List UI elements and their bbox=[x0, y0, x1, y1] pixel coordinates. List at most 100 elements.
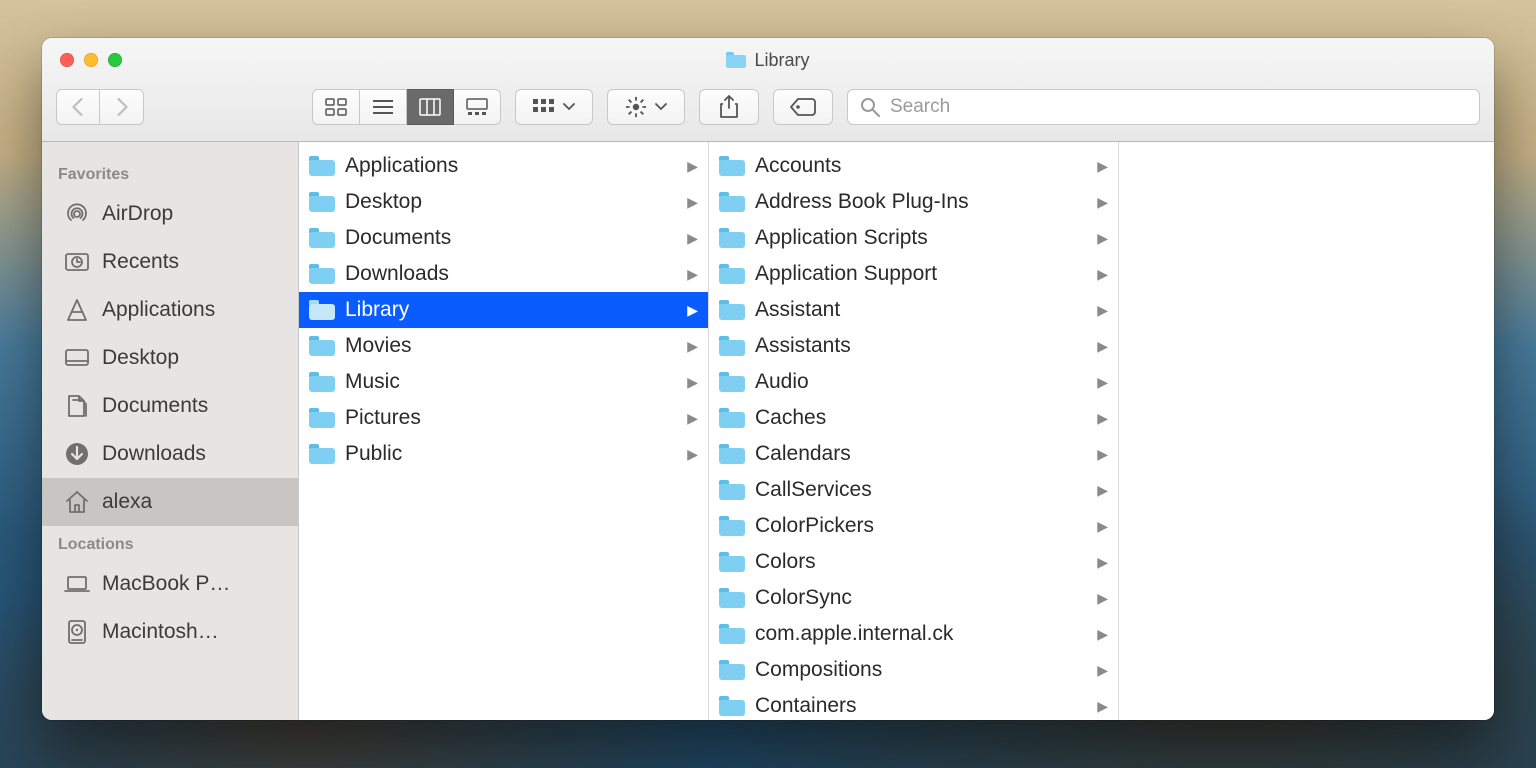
sidebar-item-label: Documents bbox=[102, 394, 208, 418]
sidebar-item-alexa[interactable]: alexa bbox=[42, 478, 298, 526]
folder-row[interactable]: Documents ▶ bbox=[299, 220, 708, 256]
folder-row[interactable]: Desktop▶ bbox=[299, 184, 708, 220]
sidebar-item-macintosh-[interactable]: Macintosh… bbox=[42, 608, 298, 656]
chevron-right-icon: ▶ bbox=[687, 446, 698, 463]
window-body: FavoritesAirDropRecentsApplicationsDeskt… bbox=[42, 142, 1494, 720]
folder-name: Calendars bbox=[755, 442, 1087, 466]
folder-row[interactable]: Address Book Plug-Ins▶ bbox=[709, 184, 1118, 220]
folder-row[interactable]: Assistant▶ bbox=[709, 292, 1118, 328]
sidebar-item-label: Macintosh… bbox=[102, 620, 219, 644]
folder-icon bbox=[309, 192, 335, 212]
group-by-button[interactable] bbox=[515, 89, 593, 125]
folder-row[interactable]: Public ▶ bbox=[299, 436, 708, 472]
folder-name: Public bbox=[345, 442, 677, 466]
desktop-icon bbox=[64, 347, 90, 369]
folder-icon bbox=[719, 408, 745, 428]
folder-row[interactable]: ColorSync▶ bbox=[709, 580, 1118, 616]
column-1: Accounts▶Address Book Plug-Ins▶Applicati… bbox=[709, 142, 1119, 720]
sidebar-item-label: Downloads bbox=[102, 442, 206, 466]
view-column-button[interactable] bbox=[407, 89, 454, 125]
folder-name: Documents bbox=[345, 226, 677, 250]
folder-row[interactable]: Accounts▶ bbox=[709, 148, 1118, 184]
sidebar-heading: Locations bbox=[42, 526, 298, 560]
folder-icon bbox=[719, 516, 745, 536]
share-button[interactable] bbox=[699, 89, 759, 125]
airdrop-icon bbox=[64, 203, 90, 225]
folder-icon bbox=[719, 552, 745, 572]
folder-name: Audio bbox=[755, 370, 1087, 394]
chevron-right-icon: ▶ bbox=[1097, 410, 1108, 427]
folder-icon bbox=[719, 264, 745, 284]
chevron-right-icon: ▶ bbox=[687, 338, 698, 355]
sidebar-item-macbook-p-[interactable]: MacBook P… bbox=[42, 560, 298, 608]
chevron-right-icon: ▶ bbox=[1097, 590, 1108, 607]
folder-name: Caches bbox=[755, 406, 1087, 430]
folder-name: CallServices bbox=[755, 478, 1087, 502]
back-button[interactable] bbox=[56, 89, 100, 125]
chevron-right-icon: ▶ bbox=[1097, 194, 1108, 211]
apps-icon bbox=[64, 299, 90, 321]
folder-row[interactable]: Library ▶ bbox=[299, 292, 708, 328]
forward-button[interactable] bbox=[100, 89, 144, 125]
tags-button[interactable] bbox=[773, 89, 833, 125]
folder-row[interactable]: Assistants▶ bbox=[709, 328, 1118, 364]
window-title-text: Library bbox=[754, 50, 809, 71]
chevron-right-icon: ▶ bbox=[1097, 266, 1108, 283]
folder-row[interactable]: Applications▶ bbox=[299, 148, 708, 184]
view-list-button[interactable] bbox=[360, 89, 407, 125]
folder-name: Library bbox=[345, 298, 677, 322]
chevron-right-icon: ▶ bbox=[1097, 302, 1108, 319]
action-button[interactable] bbox=[607, 89, 685, 125]
folder-row[interactable]: Downloads▶ bbox=[299, 256, 708, 292]
folder-icon bbox=[719, 588, 745, 608]
folder-row[interactable]: Movies▶ bbox=[299, 328, 708, 364]
window-title: Library bbox=[42, 50, 1494, 71]
folder-icon bbox=[719, 192, 745, 212]
chevron-right-icon: ▶ bbox=[687, 230, 698, 247]
folder-row[interactable]: Application Scripts▶ bbox=[709, 220, 1118, 256]
sidebar-item-recents[interactable]: Recents bbox=[42, 238, 298, 286]
folder-row[interactable]: Application Support▶ bbox=[709, 256, 1118, 292]
chevron-right-icon: ▶ bbox=[1097, 374, 1108, 391]
folder-row[interactable]: Audio ▶ bbox=[709, 364, 1118, 400]
sidebar-item-desktop[interactable]: Desktop bbox=[42, 334, 298, 382]
folder-row[interactable]: ColorPickers▶ bbox=[709, 508, 1118, 544]
folder-row[interactable]: Calendars ▶ bbox=[709, 436, 1118, 472]
folder-name: Containers bbox=[755, 694, 1087, 718]
folder-icon bbox=[309, 444, 335, 464]
home-icon bbox=[64, 491, 90, 513]
chevron-right-icon: ▶ bbox=[687, 374, 698, 391]
sidebar-item-airdrop[interactable]: AirDrop bbox=[42, 190, 298, 238]
folder-row[interactable]: CallServices▶ bbox=[709, 472, 1118, 508]
folder-icon bbox=[719, 336, 745, 356]
chevron-right-icon: ▶ bbox=[1097, 446, 1108, 463]
view-gallery-button[interactable] bbox=[454, 89, 501, 125]
close-button[interactable] bbox=[60, 53, 74, 67]
chevron-right-icon: ▶ bbox=[1097, 518, 1108, 535]
folder-name: Accounts bbox=[755, 154, 1087, 178]
folder-icon bbox=[719, 228, 745, 248]
folder-name: Application Scripts bbox=[755, 226, 1087, 250]
view-icon-button[interactable] bbox=[312, 89, 360, 125]
sidebar-item-documents[interactable]: Documents bbox=[42, 382, 298, 430]
sidebar-item-applications[interactable]: Applications bbox=[42, 286, 298, 334]
folder-name: Compositions bbox=[755, 658, 1087, 682]
title-row: Library bbox=[42, 38, 1494, 82]
folder-icon bbox=[719, 480, 745, 500]
folder-icon bbox=[309, 408, 335, 428]
folder-row[interactable]: Compositions▶ bbox=[709, 652, 1118, 688]
folder-row[interactable]: Pictures▶ bbox=[299, 400, 708, 436]
minimize-button[interactable] bbox=[84, 53, 98, 67]
chevron-right-icon: ▶ bbox=[687, 266, 698, 283]
folder-row[interactable]: Music▶ bbox=[299, 364, 708, 400]
sidebar-item-downloads[interactable]: Downloads bbox=[42, 430, 298, 478]
folder-row[interactable]: Caches ▶ bbox=[709, 400, 1118, 436]
folder-row[interactable]: com.apple.internal.ck▶ bbox=[709, 616, 1118, 652]
columns: Applications▶Desktop▶Documents▶Downloads… bbox=[299, 142, 1494, 720]
folder-row[interactable]: Containers▶ bbox=[709, 688, 1118, 720]
search-field[interactable]: Search bbox=[847, 89, 1480, 125]
folder-icon bbox=[726, 52, 746, 68]
maximize-button[interactable] bbox=[108, 53, 122, 67]
chevron-right-icon: ▶ bbox=[687, 302, 698, 319]
folder-row[interactable]: Colors▶ bbox=[709, 544, 1118, 580]
